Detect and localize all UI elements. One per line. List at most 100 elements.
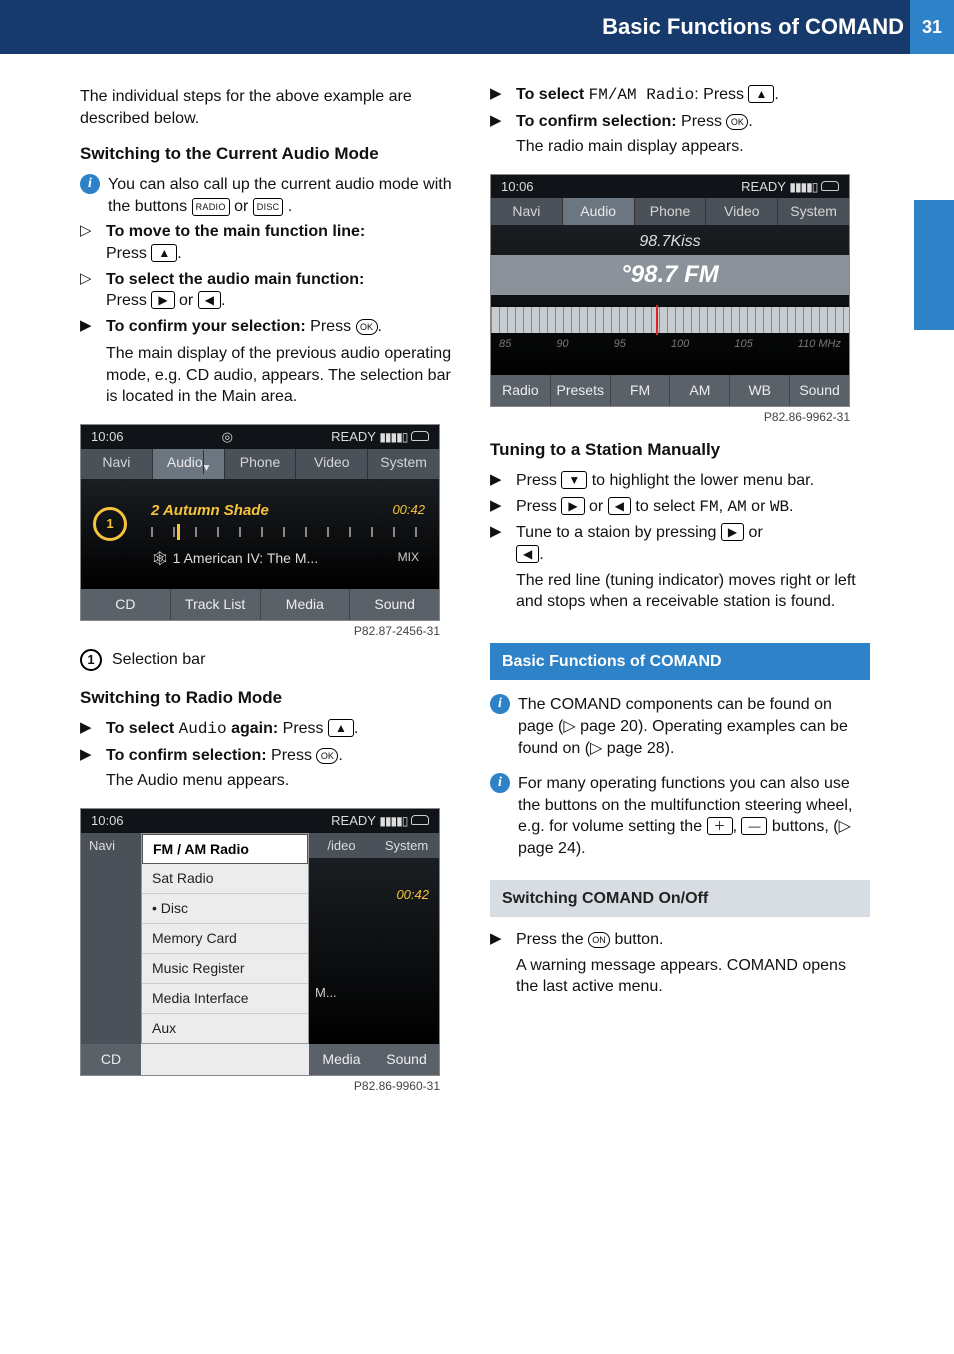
heading-tuning-manual: Tuning to a Station Manually [490, 439, 870, 462]
image-code: P82.86-9960-31 [80, 1078, 440, 1094]
page-number: 31 [910, 0, 954, 54]
bullet-filled-icon: ▶ [80, 718, 98, 738]
info-note-audio-mode: You can also call up the current audio m… [108, 174, 460, 217]
subsection-onoff: Switching COMAND On/Off [490, 880, 870, 918]
menu-memory[interactable]: Memory Card [142, 924, 308, 954]
up-key-icon: ▲ [151, 244, 177, 262]
track-fragment: M... [315, 984, 337, 1002]
station-name: 98.7Kiss [491, 225, 849, 253]
step-confirm-audio-menu: To confirm selection: Press OK. The Audi… [106, 745, 460, 798]
step-tune: Tune to a staion by pressing ▶ or ◀. The… [516, 522, 870, 618]
menu-disc[interactable]: • Disc [142, 894, 308, 924]
section-basic-functions: Basic Functions of COMAND [490, 643, 870, 681]
step-press-on: Press the ON button. A warning message a… [516, 929, 870, 1004]
radio-key-icon: RADIO [192, 198, 230, 216]
progress-bar [151, 527, 425, 537]
tab-phone[interactable]: Phone [225, 449, 297, 480]
tick: 90 [556, 337, 568, 352]
bottom-cd[interactable]: CD [81, 1044, 141, 1075]
bottom-presets[interactable]: Presets [551, 375, 611, 406]
tab-system[interactable]: System [778, 198, 849, 225]
tab-audio[interactable]: Audio [563, 198, 635, 225]
tab-video[interactable]: Video [706, 198, 778, 225]
tab-video[interactable]: /ideo [309, 833, 374, 859]
tab-phone[interactable]: Phone [635, 198, 707, 225]
bottom-sound[interactable]: Sound [350, 589, 439, 620]
bullet-filled-icon: ▶ [490, 470, 508, 490]
signal-icon [789, 179, 817, 194]
frequency: °98.7 FM [491, 255, 849, 295]
album-title: 1 American IV: The M... [173, 550, 319, 566]
step-select-audio: To select the audio main function: Press… [106, 269, 460, 312]
tab-navi[interactable]: Navi [491, 198, 563, 225]
step-select-band: Press ▶ or ◀ to select FM, AM or WB. [516, 496, 870, 519]
step-highlight-lower: Press ▼ to highlight the lower menu bar. [516, 470, 870, 492]
tab-navi[interactable]: Navi [81, 449, 153, 480]
audio-menu-screenshot: 10:06 READY Navi FM / AM Radio Sat Radio… [80, 808, 440, 1076]
bullet-filled-icon: ▶ [490, 111, 508, 131]
bottom-cd[interactable]: CD [81, 589, 171, 620]
tab-audio[interactable]: Audio▾ [153, 449, 225, 480]
signal-icon [379, 813, 407, 828]
car-icon [411, 815, 429, 825]
bullet-filled-icon: ▶ [490, 84, 508, 104]
bottom-fm[interactable]: FM [611, 375, 671, 406]
tab-system[interactable]: System [374, 833, 439, 859]
bottom-wb[interactable]: WB [730, 375, 790, 406]
minus-key-icon: — [741, 817, 767, 835]
bottom-media[interactable]: Media [261, 589, 351, 620]
tick: 100 [671, 337, 689, 352]
left-key-icon: ◀ [516, 545, 539, 563]
page-header: Basic Functions of COMAND 31 [0, 0, 954, 54]
bullet-filled-icon: ▶ [490, 522, 508, 542]
menu-fm-am[interactable]: FM / AM Radio [142, 834, 308, 865]
tab-system[interactable]: System [368, 449, 439, 480]
step-confirm-audio: To confirm your selection: Press OK. The… [106, 316, 460, 414]
car-icon [411, 431, 429, 441]
step-select-audio-again: To select Audio again: Press ▲. [106, 718, 460, 741]
tuning-scale [491, 307, 849, 333]
tab-video[interactable]: Video [296, 449, 368, 480]
right-key-icon: ▶ [561, 497, 584, 515]
tick: 110 MHz [798, 337, 841, 352]
track-elapsed: 00:42 [392, 501, 425, 519]
right-key-icon: ▶ [151, 291, 174, 309]
legend-selection-bar: Selection bar [112, 649, 205, 671]
menu-sat[interactable]: Sat Radio [142, 864, 308, 894]
track-title: 2 Autumn Shade [151, 501, 269, 521]
tick: 95 [614, 337, 626, 352]
radio-screenshot: 10:06 READY Navi Audio Phone Video Syste… [490, 174, 850, 407]
bottom-am[interactable]: AM [670, 375, 730, 406]
bullet-filled-icon: ▶ [80, 316, 98, 336]
bottom-radio[interactable]: Radio [491, 375, 551, 406]
info-steering: For many operating functions you can als… [518, 773, 870, 859]
up-key-icon: ▲ [748, 85, 774, 103]
bottom-sound[interactable]: Sound [790, 375, 849, 406]
cd-screenshot: 10:06 ◎ READY Navi Audio▾ Phone Video Sy… [80, 424, 440, 621]
step-select-fm-am: To select FM/AM Radio: Press ▲. [516, 84, 870, 107]
track-elapsed: 00:42 [396, 886, 429, 904]
info-icon: i [490, 773, 510, 793]
menu-interface[interactable]: Media Interface [142, 984, 308, 1014]
bullet-filled-icon: ▶ [80, 745, 98, 765]
down-key-icon: ▼ [561, 471, 587, 489]
image-code: P82.87-2456-31 [80, 623, 440, 639]
tab-navi[interactable]: Navi [81, 833, 141, 1044]
menu-aux[interactable]: Aux [142, 1014, 308, 1043]
intro-text: The individual steps for the above examp… [80, 86, 460, 129]
chapter-title: Basic Functions of COMAND [602, 12, 904, 42]
heading-switch-radio: Switching to Radio Mode [80, 687, 460, 710]
bullet-filled-icon: ▶ [490, 496, 508, 516]
bottom-sound[interactable]: Sound [374, 1044, 439, 1075]
disc-key-icon: DISC [253, 198, 284, 216]
tick: 85 [499, 337, 511, 352]
image-code: P82.86-9962-31 [490, 409, 850, 425]
bottom-tracklist[interactable]: Track List [171, 589, 261, 620]
bottom-media[interactable]: Media [309, 1044, 374, 1075]
tick: 105 [734, 337, 752, 352]
menu-register[interactable]: Music Register [142, 954, 308, 984]
on-key-icon: ON [588, 932, 610, 948]
signal-icon [379, 429, 407, 444]
clock: 10:06 [501, 178, 534, 196]
heading-switch-audio: Switching to the Current Audio Mode [80, 143, 460, 166]
